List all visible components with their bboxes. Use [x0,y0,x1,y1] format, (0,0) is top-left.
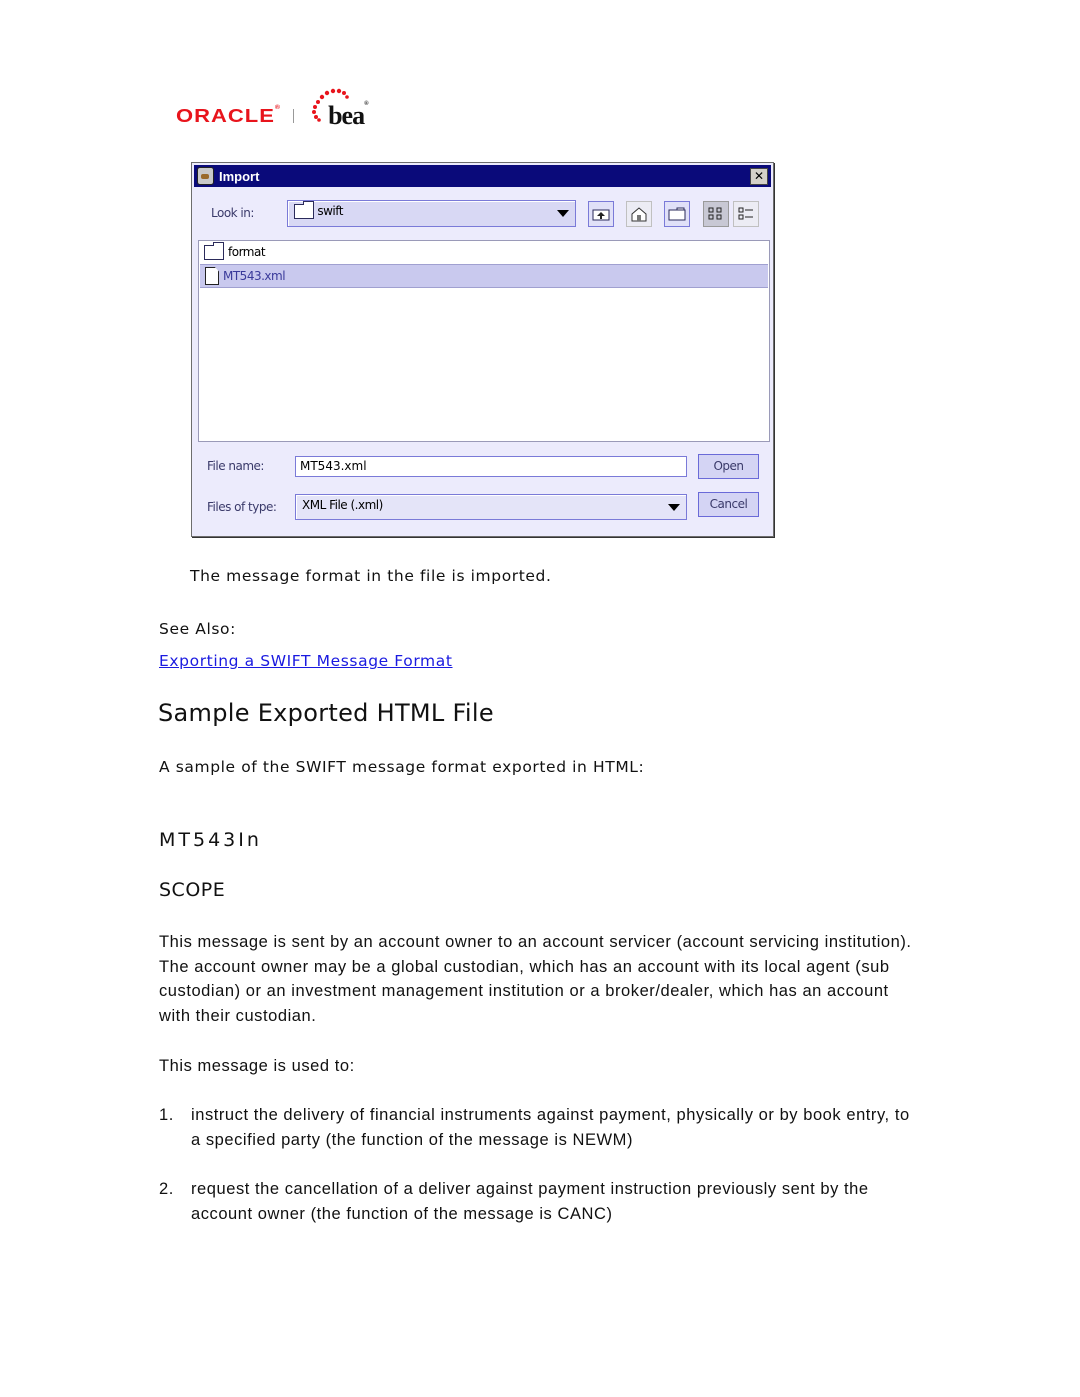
list-item-text: instruct the delivery of financial instr… [191,1106,910,1149]
list-view-button[interactable] [703,201,729,227]
section-intro: A sample of the SWIFT message format exp… [159,758,645,776]
file-list-item[interactable]: format [200,241,768,263]
list-item: 2. request the cancellation of a deliver… [159,1177,919,1226]
look-in-label: Look in: [211,206,254,220]
cancel-button[interactable]: Cancel [698,492,759,517]
oracle-bea-logo: ORACLE® bea® [176,88,369,136]
file-name-label: File name: [207,459,264,473]
used-to-label: This message is used to: [159,1057,355,1075]
files-of-type-dropdown[interactable]: XML File (.xml) [295,494,687,520]
chevron-down-icon [557,210,569,217]
up-folder-icon [592,209,610,221]
caption: The message format in the file is import… [190,567,552,585]
close-icon[interactable]: ✕ [750,168,768,185]
oracle-logo-text: ORACLE [176,104,275,127]
oracle-logo: ORACLE® [176,104,282,127]
open-button-label: Open [713,459,744,473]
bea-logo: bea® [310,88,369,131]
details-view-button[interactable] [733,201,759,227]
details-view-icon [738,207,753,220]
bea-swoosh-icon [312,88,349,122]
exporting-swift-message-format-link[interactable]: Exporting a SWIFT Message Format [159,652,453,670]
open-button[interactable]: Open [698,454,759,479]
cancel-button-label: Cancel [709,497,748,511]
file-list-item-selected[interactable]: MT543.xml [200,264,768,288]
new-folder-icon [668,207,686,221]
file-icon [205,267,219,285]
file-name-input[interactable]: MT543.xml [295,456,687,477]
list-item-number: 2. [159,1180,174,1198]
look-in-dropdown[interactable]: swift [287,200,576,227]
import-dialog: Import ✕ Look in: swift format MT543.xml… [191,162,774,537]
new-folder-button[interactable] [664,201,690,227]
files-of-type-value: XML File (.xml) [302,498,383,512]
look-in-value-wrap: swift [294,201,343,219]
message-title: MT543In [159,829,262,851]
java-app-icon [197,167,214,185]
list-view-icon [708,207,722,220]
list-item-text: request the cancellation of a deliver ag… [191,1180,869,1223]
file-name-value: MT543.xml [300,459,367,473]
file-name: MT543.xml [223,269,286,283]
list-item-number: 1. [159,1106,174,1124]
files-of-type-label: Files of type: [207,500,277,514]
list-item: 1. instruct the delivery of financial in… [159,1103,919,1152]
chevron-down-icon [668,504,680,511]
file-name: format [228,245,266,259]
dialog-title: Import [219,168,260,184]
home-icon [631,207,647,222]
folder-icon [294,201,314,219]
folder-icon [204,241,224,260]
file-list[interactable]: format MT543.xml [198,240,770,442]
logo-separator [293,109,295,123]
dialog-titlebar[interactable]: Import ✕ [194,165,771,187]
scope-paragraph: This message is sent by an account owner… [159,933,912,1026]
look-in-value: swift [317,204,343,218]
up-folder-button[interactable] [588,201,614,227]
see-also-label: See Also: [159,620,236,638]
scope-heading: SCOPE [159,879,226,901]
section-title: Sample Exported HTML File [158,699,494,727]
home-button[interactable] [626,201,652,227]
